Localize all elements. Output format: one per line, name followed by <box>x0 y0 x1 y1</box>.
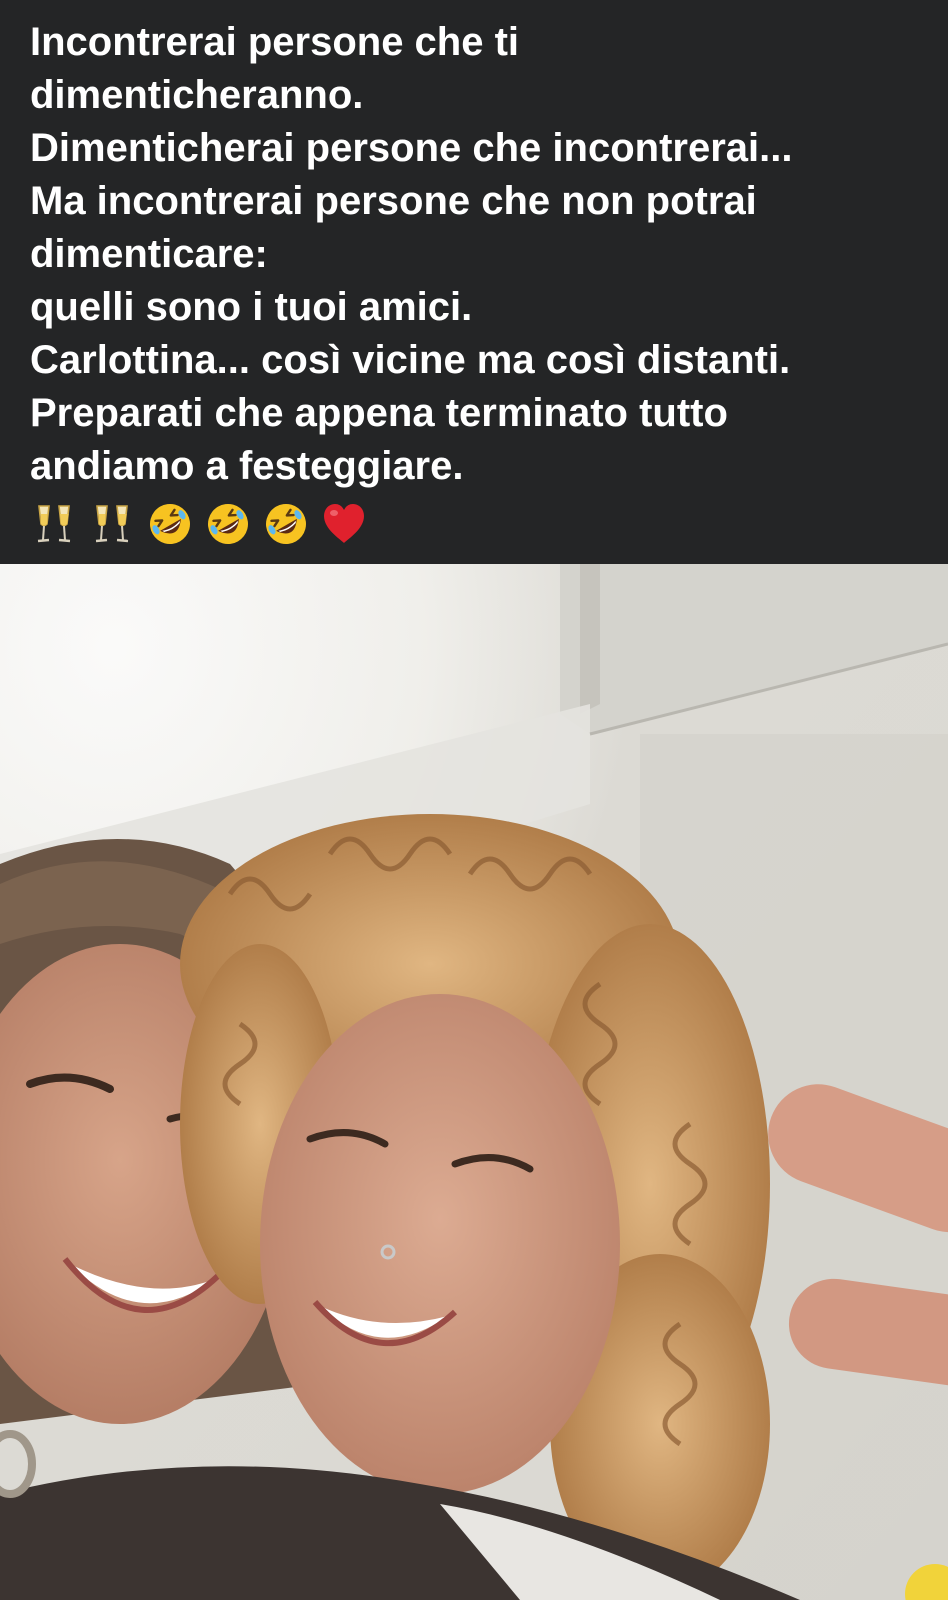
post-text-line: Carlottina... così vicine ma così distan… <box>30 338 791 382</box>
post-text: Incontrerai persone che ti dimenticheran… <box>0 0 948 564</box>
post-text-line: Ma incontrerai persone che non potrai <box>30 179 757 223</box>
rolling-on-floor-laughing-icon <box>266 504 306 544</box>
rolling-on-floor-laughing-icon <box>208 504 248 544</box>
red-heart-icon <box>324 504 364 543</box>
post-text-line: Incontrerai persone che ti <box>30 20 520 64</box>
post-text-line: dimenticheranno. <box>30 73 364 117</box>
post-text-line: Dimenticherai persone che incontrerai... <box>30 126 793 170</box>
post-text-line: Preparati che appena terminato tutto <box>30 391 728 435</box>
champagne-glasses-icon <box>37 505 71 543</box>
selfie-photo <box>0 564 948 1600</box>
champagne-glasses-icon <box>95 505 129 543</box>
rolling-on-floor-laughing-icon <box>150 504 190 544</box>
post-text-line: quelli sono i tuoi amici. <box>30 285 473 329</box>
emoji-row <box>30 499 918 549</box>
post-text-line: andiamo a festeggiare. <box>30 444 464 488</box>
post-text-line: dimenticare: <box>30 232 268 276</box>
post: Incontrerai persone che ti dimenticheran… <box>0 0 948 1600</box>
